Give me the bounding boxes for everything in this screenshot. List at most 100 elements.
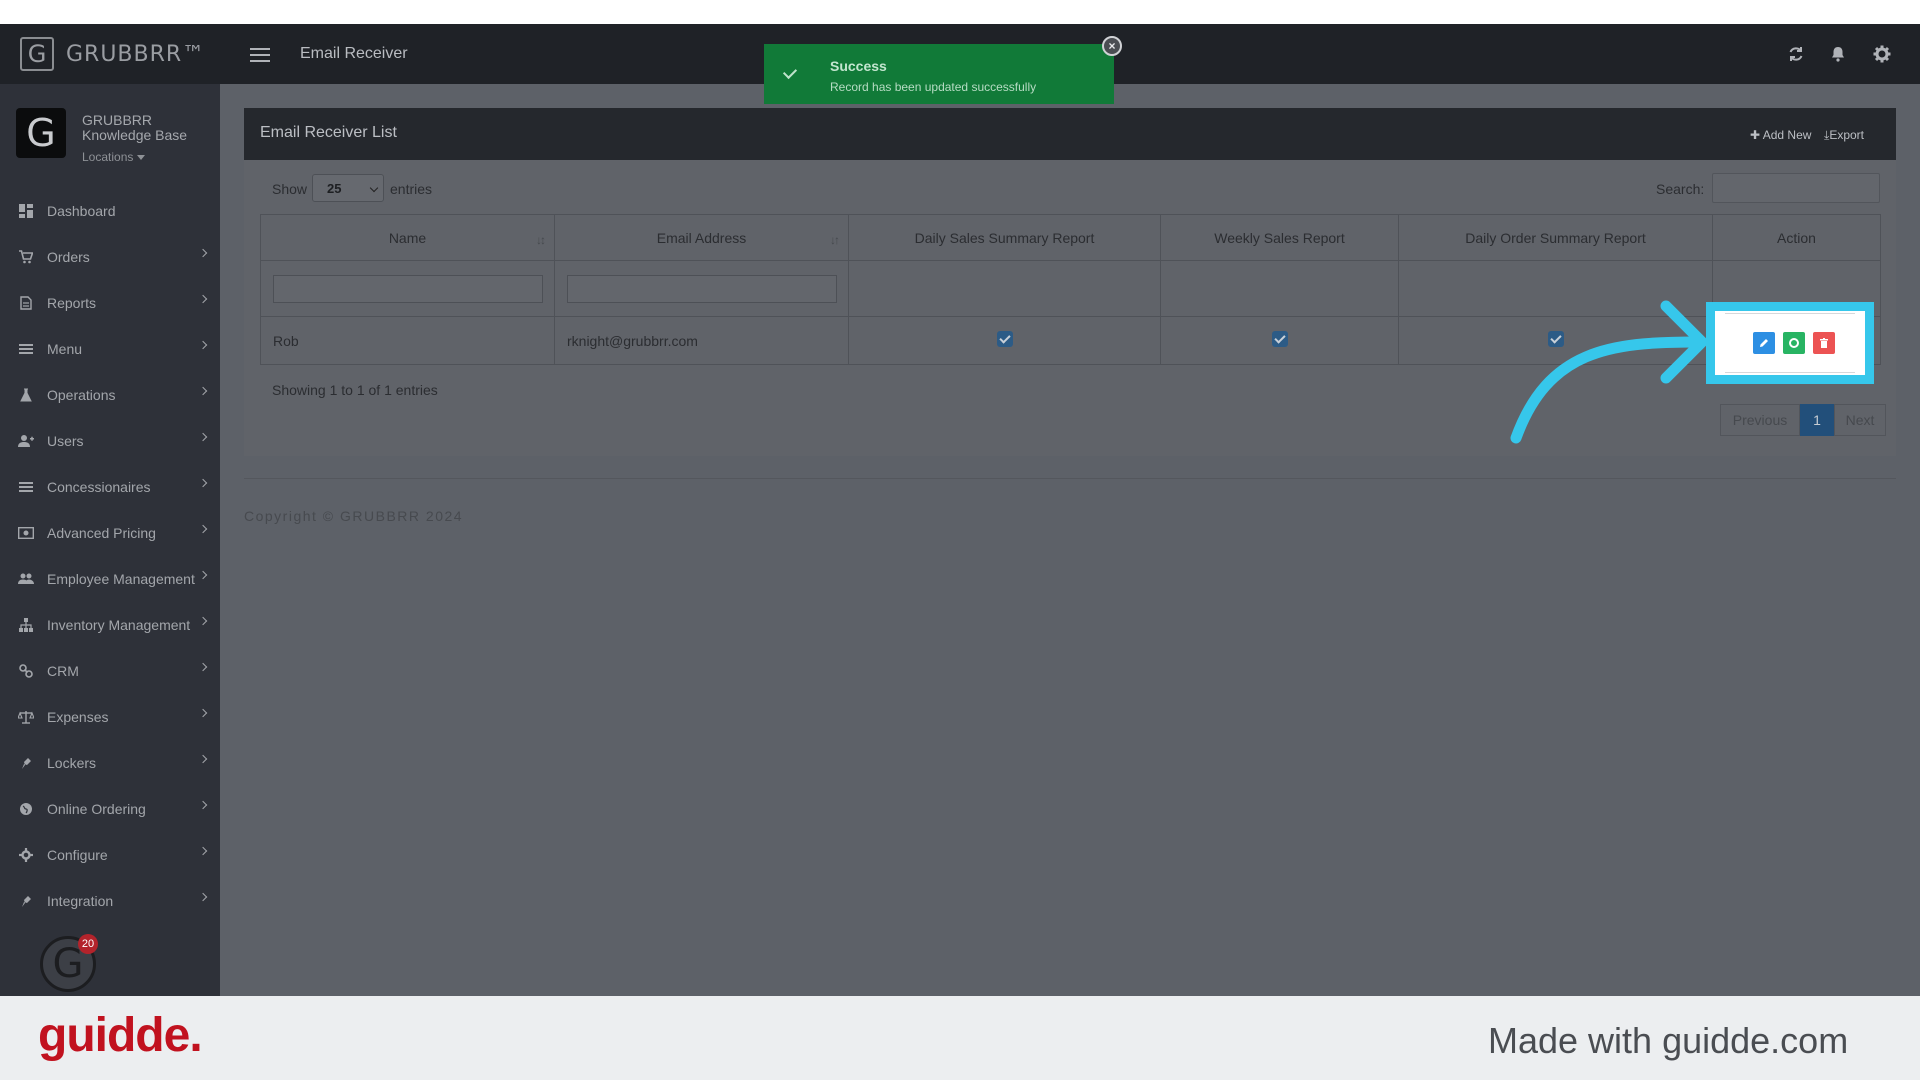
sidebar-item-label: Menu xyxy=(47,341,83,357)
column-header-name[interactable]: Name ↓↕ xyxy=(260,214,555,261)
entries-label: entries xyxy=(390,181,433,197)
pagination-previous[interactable]: Previous xyxy=(1720,404,1800,436)
activate-button[interactable] xyxy=(1783,332,1805,354)
weekly-sales-checkbox[interactable] xyxy=(1271,331,1288,347)
cell-daily-sales xyxy=(848,316,1161,365)
name-filter-input[interactable] xyxy=(273,274,543,303)
column-header-daily-sales: Daily Sales Summary Report xyxy=(848,214,1161,261)
sidebar-item-concessionaires[interactable]: Concessionaires xyxy=(0,464,220,510)
column-label: Daily Order Summary Report xyxy=(1465,229,1646,246)
balance-icon xyxy=(18,710,34,724)
chevron-right-icon xyxy=(198,662,208,672)
add-new-button[interactable]: ✚ Add New xyxy=(1750,128,1811,142)
sidebar-item-configure[interactable]: Configure xyxy=(0,832,220,878)
pagination-page-1[interactable]: 1 xyxy=(1800,404,1834,436)
column-header-email[interactable]: Email Address ↓↑ xyxy=(554,214,849,261)
daily-sales-checkbox[interactable] xyxy=(996,331,1013,347)
sidebar-item-orders[interactable]: Orders xyxy=(0,234,220,280)
curved-arrow-annotation xyxy=(1510,300,1708,444)
sidebar-item-menu[interactable]: Menu xyxy=(0,326,220,372)
sidebar-item-integration[interactable]: Integration xyxy=(0,878,220,924)
cell-weekly-sales xyxy=(1160,316,1399,365)
delete-button[interactable] xyxy=(1813,332,1835,354)
export-label: Export xyxy=(1829,128,1864,142)
sidebar-item-online-ordering[interactable]: Online Ordering xyxy=(0,786,220,832)
link-icon xyxy=(18,664,34,678)
locations-dropdown[interactable]: Locations xyxy=(82,150,146,164)
hamburger-menu-icon[interactable] xyxy=(250,48,270,62)
sidebar-item-crm[interactable]: CRM xyxy=(0,648,220,694)
brand-bar[interactable]: G GRUBBRR™ xyxy=(0,24,220,84)
guidde-footer: guidde. Made with guidde.com xyxy=(0,996,1920,1080)
cell-email: rknight@grubbrr.com xyxy=(554,316,849,365)
content-area: Email Receiver List ✚ Add New ⤓Export Sh… xyxy=(220,84,1920,996)
chevron-right-icon xyxy=(198,340,208,350)
sidebar-item-expenses[interactable]: Expenses xyxy=(0,694,220,740)
check-icon xyxy=(782,64,798,80)
plug-icon xyxy=(18,756,34,770)
sidebar-item-label: Users xyxy=(47,433,84,449)
sidebar-item-label: Dashboard xyxy=(47,203,116,219)
page-size-select[interactable]: 25 xyxy=(312,174,384,202)
profile-block: G GRUBBRR Knowledge Base Locations xyxy=(0,84,220,188)
sidebar-nav: Dashboard Orders Reports Menu Operations User… xyxy=(0,188,220,924)
table-header-row: Name ↓↕ Email Address ↓↑ Daily Sales Summa… xyxy=(260,214,1881,261)
users-icon xyxy=(18,572,34,586)
action-highlight-box xyxy=(1706,302,1874,384)
made-with-text: Made with guidde.com xyxy=(1488,1020,1849,1061)
column-header-weekly-sales: Weekly Sales Report xyxy=(1160,214,1399,261)
filter-cell xyxy=(554,260,849,317)
panel-title: Email Receiver List xyxy=(260,124,397,141)
chevron-right-icon xyxy=(198,478,208,488)
notification-badge: 20 xyxy=(78,934,98,954)
gear-icon[interactable] xyxy=(1872,44,1892,64)
sidebar-item-advanced-pricing[interactable]: Advanced Pricing xyxy=(0,510,220,556)
sidebar-item-label: Orders xyxy=(47,249,90,265)
caret-down-icon xyxy=(137,155,146,161)
panel-header: Email Receiver List ✚ Add New ⤓Export xyxy=(244,108,1896,160)
guidde-logo: guidde. xyxy=(38,1009,203,1062)
refresh-icon[interactable] xyxy=(1786,44,1806,64)
search-input[interactable] xyxy=(1712,173,1880,203)
top-strip xyxy=(0,0,1920,24)
toast-message: Record has been updated successfully xyxy=(830,80,1037,94)
sidebar-item-label: Concessionaires xyxy=(47,479,151,495)
page-size-value: 25 xyxy=(327,181,342,196)
sidebar-item-dashboard[interactable]: Dashboard xyxy=(0,188,220,234)
success-toast: Success Record has been updated successf… xyxy=(764,44,1114,104)
filter-cell xyxy=(848,260,1161,317)
sidebar-item-lockers[interactable]: Lockers xyxy=(0,740,220,786)
profile-name-line2: Knowledge Base xyxy=(82,127,188,143)
chevron-right-icon xyxy=(198,294,208,304)
sidebar-item-label: Reports xyxy=(47,295,97,311)
page-title: Email Receiver xyxy=(300,45,408,62)
column-label: Daily Sales Summary Report xyxy=(914,229,1095,246)
chevron-right-icon xyxy=(198,846,208,856)
sidebar-item-label: Expenses xyxy=(47,709,109,725)
bell-icon[interactable] xyxy=(1828,44,1848,64)
sidebar-item-inventory-management[interactable]: Inventory Management xyxy=(0,602,220,648)
pagination-next[interactable]: Next xyxy=(1834,404,1886,436)
filter-cell xyxy=(260,260,555,317)
chevron-down-icon xyxy=(369,183,379,193)
toast-close-icon[interactable]: × xyxy=(1102,36,1122,56)
report-icon xyxy=(18,296,34,310)
sidebar-item-employee-management[interactable]: Employee Management xyxy=(0,556,220,602)
footer-divider xyxy=(244,478,1896,479)
cell-name: Rob xyxy=(260,316,555,365)
sidebar: G GRUBBRR™ G GRUBBRR Knowledge Base Loca… xyxy=(0,24,220,996)
search-label: Search: xyxy=(1656,181,1705,197)
sort-icon: ↓↕ xyxy=(536,233,546,247)
sidebar-item-operations[interactable]: Operations xyxy=(0,372,220,418)
profile-logo-icon: G xyxy=(16,108,66,158)
sidebar-item-reports[interactable]: Reports xyxy=(0,280,220,326)
chevron-right-icon xyxy=(198,616,208,626)
brand-logo-icon: G xyxy=(20,37,54,71)
sidebar-item-users[interactable]: Users xyxy=(0,418,220,464)
toast-title: Success xyxy=(830,58,887,74)
email-filter-input[interactable] xyxy=(567,274,837,303)
sidebar-item-label: Configure xyxy=(47,847,108,863)
edit-button[interactable] xyxy=(1753,332,1775,354)
export-button[interactable]: ⤓Export xyxy=(1824,128,1864,143)
showing-info: Showing 1 to 1 of 1 entries xyxy=(272,382,438,398)
